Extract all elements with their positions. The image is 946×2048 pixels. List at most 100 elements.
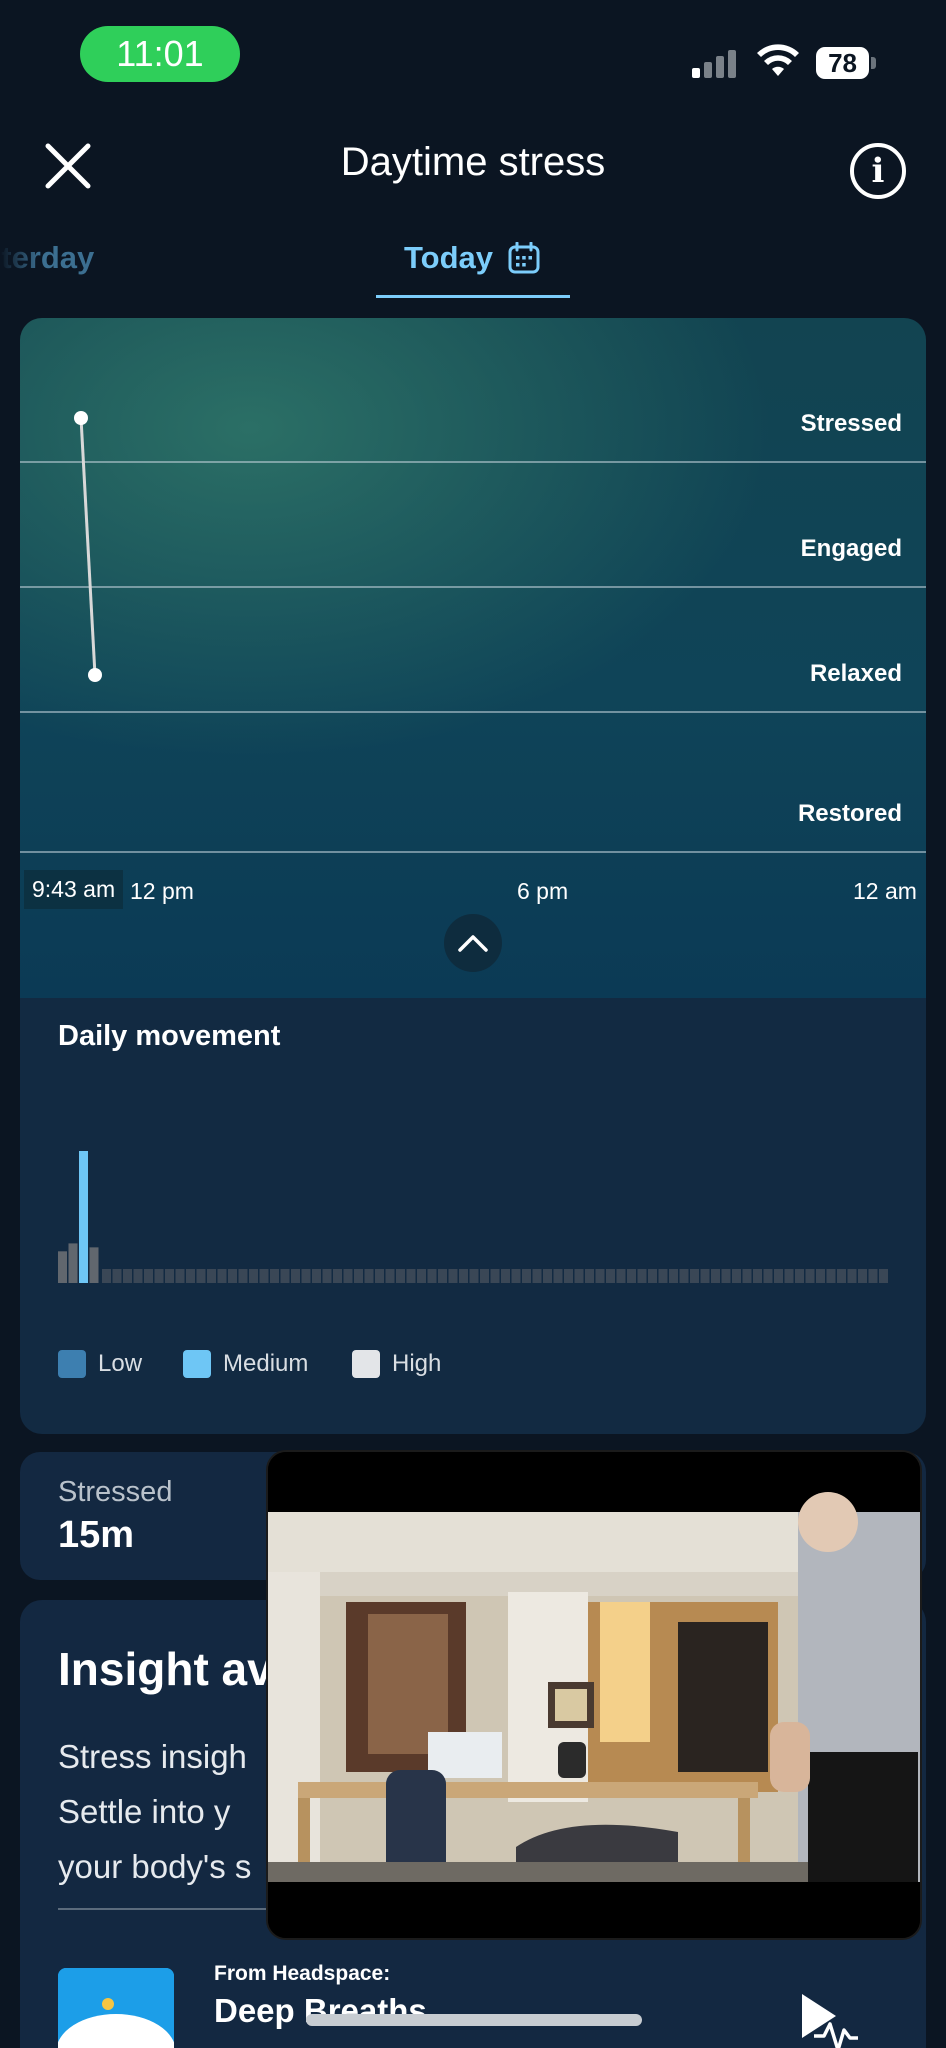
- movement-bar-empty: [375, 1269, 384, 1283]
- status-time: 11:01: [80, 26, 240, 82]
- movement-bar-empty: [459, 1269, 468, 1283]
- movement-bar-empty: [469, 1269, 479, 1283]
- cellular-signal-icon: [692, 50, 736, 78]
- movement-bar-empty: [595, 1269, 605, 1283]
- video-frame: [268, 1452, 920, 1938]
- insight-line-3: your body's s: [58, 1848, 252, 1885]
- movement-bar-empty: [448, 1269, 458, 1283]
- daily-movement-card: Daily movement Low Medium High: [20, 998, 926, 1434]
- headspace-thumbnail[interactable]: [58, 1968, 174, 2048]
- movement-bar-empty: [721, 1269, 731, 1283]
- movement-bar-empty: [175, 1269, 185, 1283]
- movement-bar-empty: [427, 1269, 437, 1283]
- movement-bar-empty: [847, 1269, 857, 1283]
- movement-bar-empty: [522, 1269, 531, 1283]
- stress-point-end: [88, 668, 102, 682]
- movement-bar-empty: [196, 1269, 206, 1283]
- movement-bar-empty: [123, 1269, 132, 1283]
- movement-bar-empty: [364, 1269, 374, 1283]
- legend-swatch-medium: [183, 1350, 211, 1378]
- start-time-label: 9:43 am: [24, 870, 124, 909]
- movement-bar-empty: [396, 1269, 405, 1283]
- legend-label-medium: Medium: [223, 1350, 309, 1377]
- active-tab-indicator: [376, 295, 570, 298]
- legend-swatch-low: [58, 1350, 86, 1378]
- info-icon[interactable]: i: [850, 143, 906, 199]
- movement-bar-empty: [742, 1269, 752, 1283]
- stress-series-line: [79, 417, 97, 676]
- video-pip-overlay[interactable]: [266, 1450, 922, 1940]
- movement-bar-empty: [186, 1269, 195, 1283]
- x-tick-6pm: 6 pm: [517, 878, 569, 904]
- movement-bar-empty: [606, 1269, 615, 1283]
- stressed-duration: 15m: [58, 1514, 135, 1556]
- movement-bar-empty: [679, 1269, 689, 1283]
- movement-bar: [89, 1247, 99, 1283]
- collapse-chevron-button[interactable]: [444, 914, 502, 972]
- movement-bar-empty: [154, 1269, 164, 1283]
- movement-bar-empty: [490, 1269, 500, 1283]
- movement-bar-empty: [312, 1269, 321, 1283]
- legend-low: Low: [58, 1350, 142, 1378]
- stress-chart: Stressed Engaged Relaxed Restored 9:43 a…: [20, 318, 926, 998]
- movement-bar-chart: [58, 1151, 888, 1283]
- movement-bar: [58, 1251, 67, 1283]
- battery-level: 78: [816, 47, 870, 79]
- movement-bar-empty: [343, 1269, 353, 1283]
- movement-bar-empty: [616, 1269, 626, 1283]
- insight-line-1: Stress insigh: [58, 1738, 247, 1775]
- movement-bar-empty: [217, 1269, 227, 1283]
- legend-medium: Medium: [183, 1350, 308, 1378]
- movement-bar-empty: [417, 1269, 426, 1283]
- movement-bar-empty: [501, 1269, 510, 1283]
- home-indicator[interactable]: [306, 2014, 642, 2026]
- legend-high: High: [352, 1350, 441, 1378]
- movement-bar-empty: [711, 1269, 720, 1283]
- movement-bar-empty: [144, 1269, 153, 1283]
- insight-title: Insight av: [58, 1643, 273, 1695]
- calendar-icon[interactable]: [508, 242, 540, 274]
- movement-bar-empty: [238, 1269, 248, 1283]
- movement-bar-empty: [480, 1269, 489, 1283]
- movement-bar-empty: [763, 1269, 773, 1283]
- movement-bar-empty: [669, 1269, 678, 1283]
- movement-bar-empty: [795, 1269, 804, 1283]
- battery-icon: 78: [816, 46, 876, 80]
- movement-bar-empty: [406, 1269, 416, 1283]
- movement-bar-empty: [102, 1269, 111, 1283]
- movement-bar-empty: [637, 1269, 647, 1283]
- movement-bar-empty: [879, 1269, 888, 1283]
- movement-bar-empty: [784, 1269, 794, 1283]
- movement-bar-empty: [354, 1269, 363, 1283]
- movement-bar-empty: [648, 1269, 657, 1283]
- movement-bar-empty: [585, 1269, 594, 1283]
- movement-bar-empty: [249, 1269, 258, 1283]
- movement-bar-empty: [826, 1269, 836, 1283]
- stress-point-start: [74, 411, 88, 425]
- stressed-label: Stressed: [58, 1476, 173, 1508]
- movement-bar-empty: [228, 1269, 237, 1283]
- x-tick-12am: 12 am: [853, 878, 917, 904]
- wifi-icon: [757, 44, 799, 76]
- tab-today[interactable]: Today: [404, 240, 493, 276]
- movement-bar-empty: [868, 1269, 878, 1283]
- movement-bar-empty: [753, 1269, 762, 1283]
- x-tick-12pm: 12 pm: [130, 878, 194, 904]
- movement-bar-empty: [112, 1269, 122, 1283]
- play-audio-icon[interactable]: [796, 1990, 860, 2048]
- movement-bar-empty: [543, 1269, 552, 1283]
- movement-bar-empty: [322, 1269, 332, 1283]
- movement-bar-empty: [700, 1269, 710, 1283]
- movement-bar-empty: [532, 1269, 542, 1283]
- movement-bar-empty: [291, 1269, 300, 1283]
- movement-bar-empty: [511, 1269, 521, 1283]
- movement-bar-empty: [732, 1269, 741, 1283]
- movement-bar-empty: [837, 1269, 846, 1283]
- movement-bar-empty: [627, 1269, 636, 1283]
- movement-bar-empty: [816, 1269, 825, 1283]
- movement-bar: [79, 1151, 88, 1283]
- movement-bar-empty: [553, 1269, 563, 1283]
- movement-bar: [68, 1243, 78, 1283]
- movement-bar-empty: [574, 1269, 584, 1283]
- movement-bar-empty: [133, 1269, 143, 1283]
